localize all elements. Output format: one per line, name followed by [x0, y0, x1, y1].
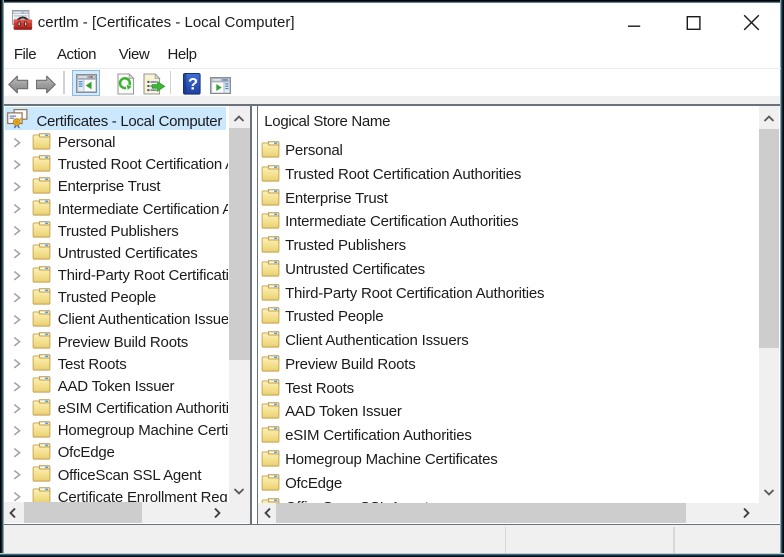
svg-text:?: ?: [187, 75, 197, 93]
